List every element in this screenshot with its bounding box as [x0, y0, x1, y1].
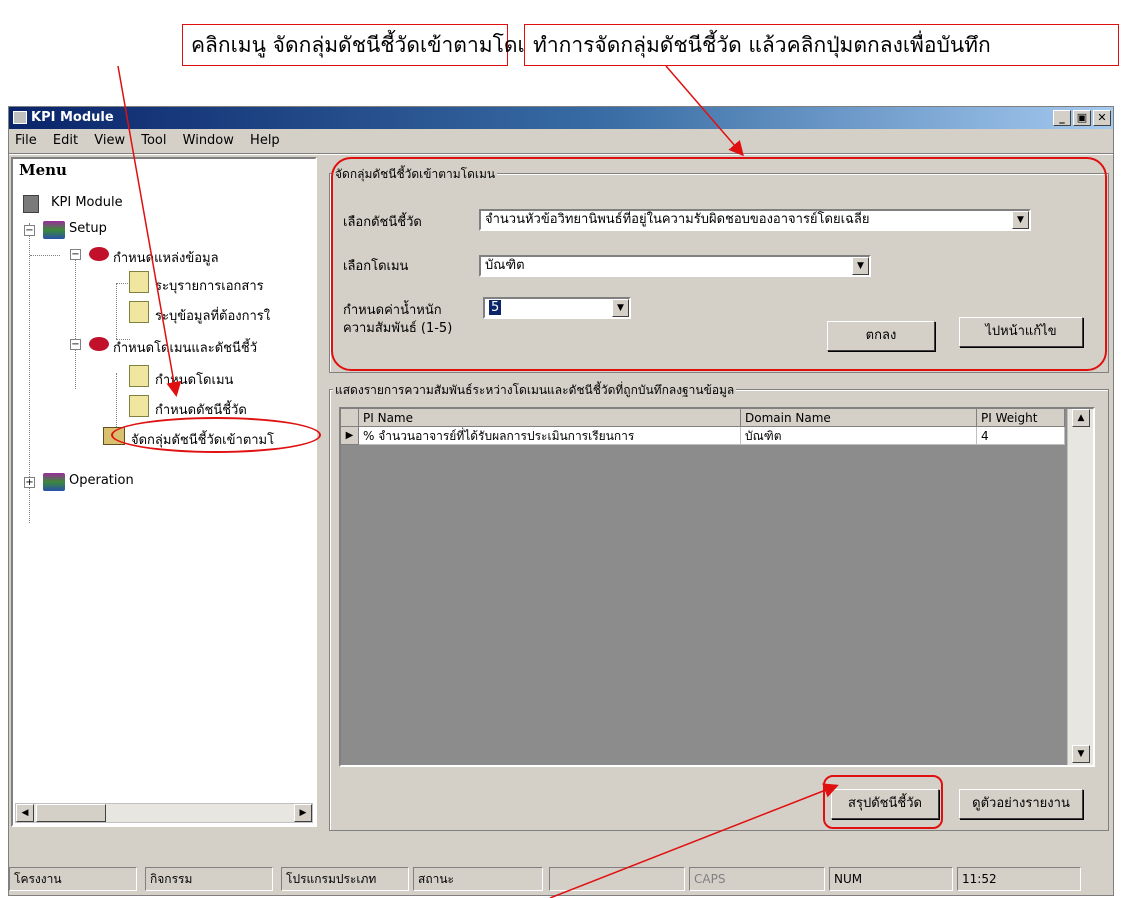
arrow-to-summary	[549, 783, 839, 898]
annotation-arrows	[117, 65, 839, 898]
arrow-to-form	[665, 65, 744, 157]
arrow-to-menu	[117, 65, 182, 397]
